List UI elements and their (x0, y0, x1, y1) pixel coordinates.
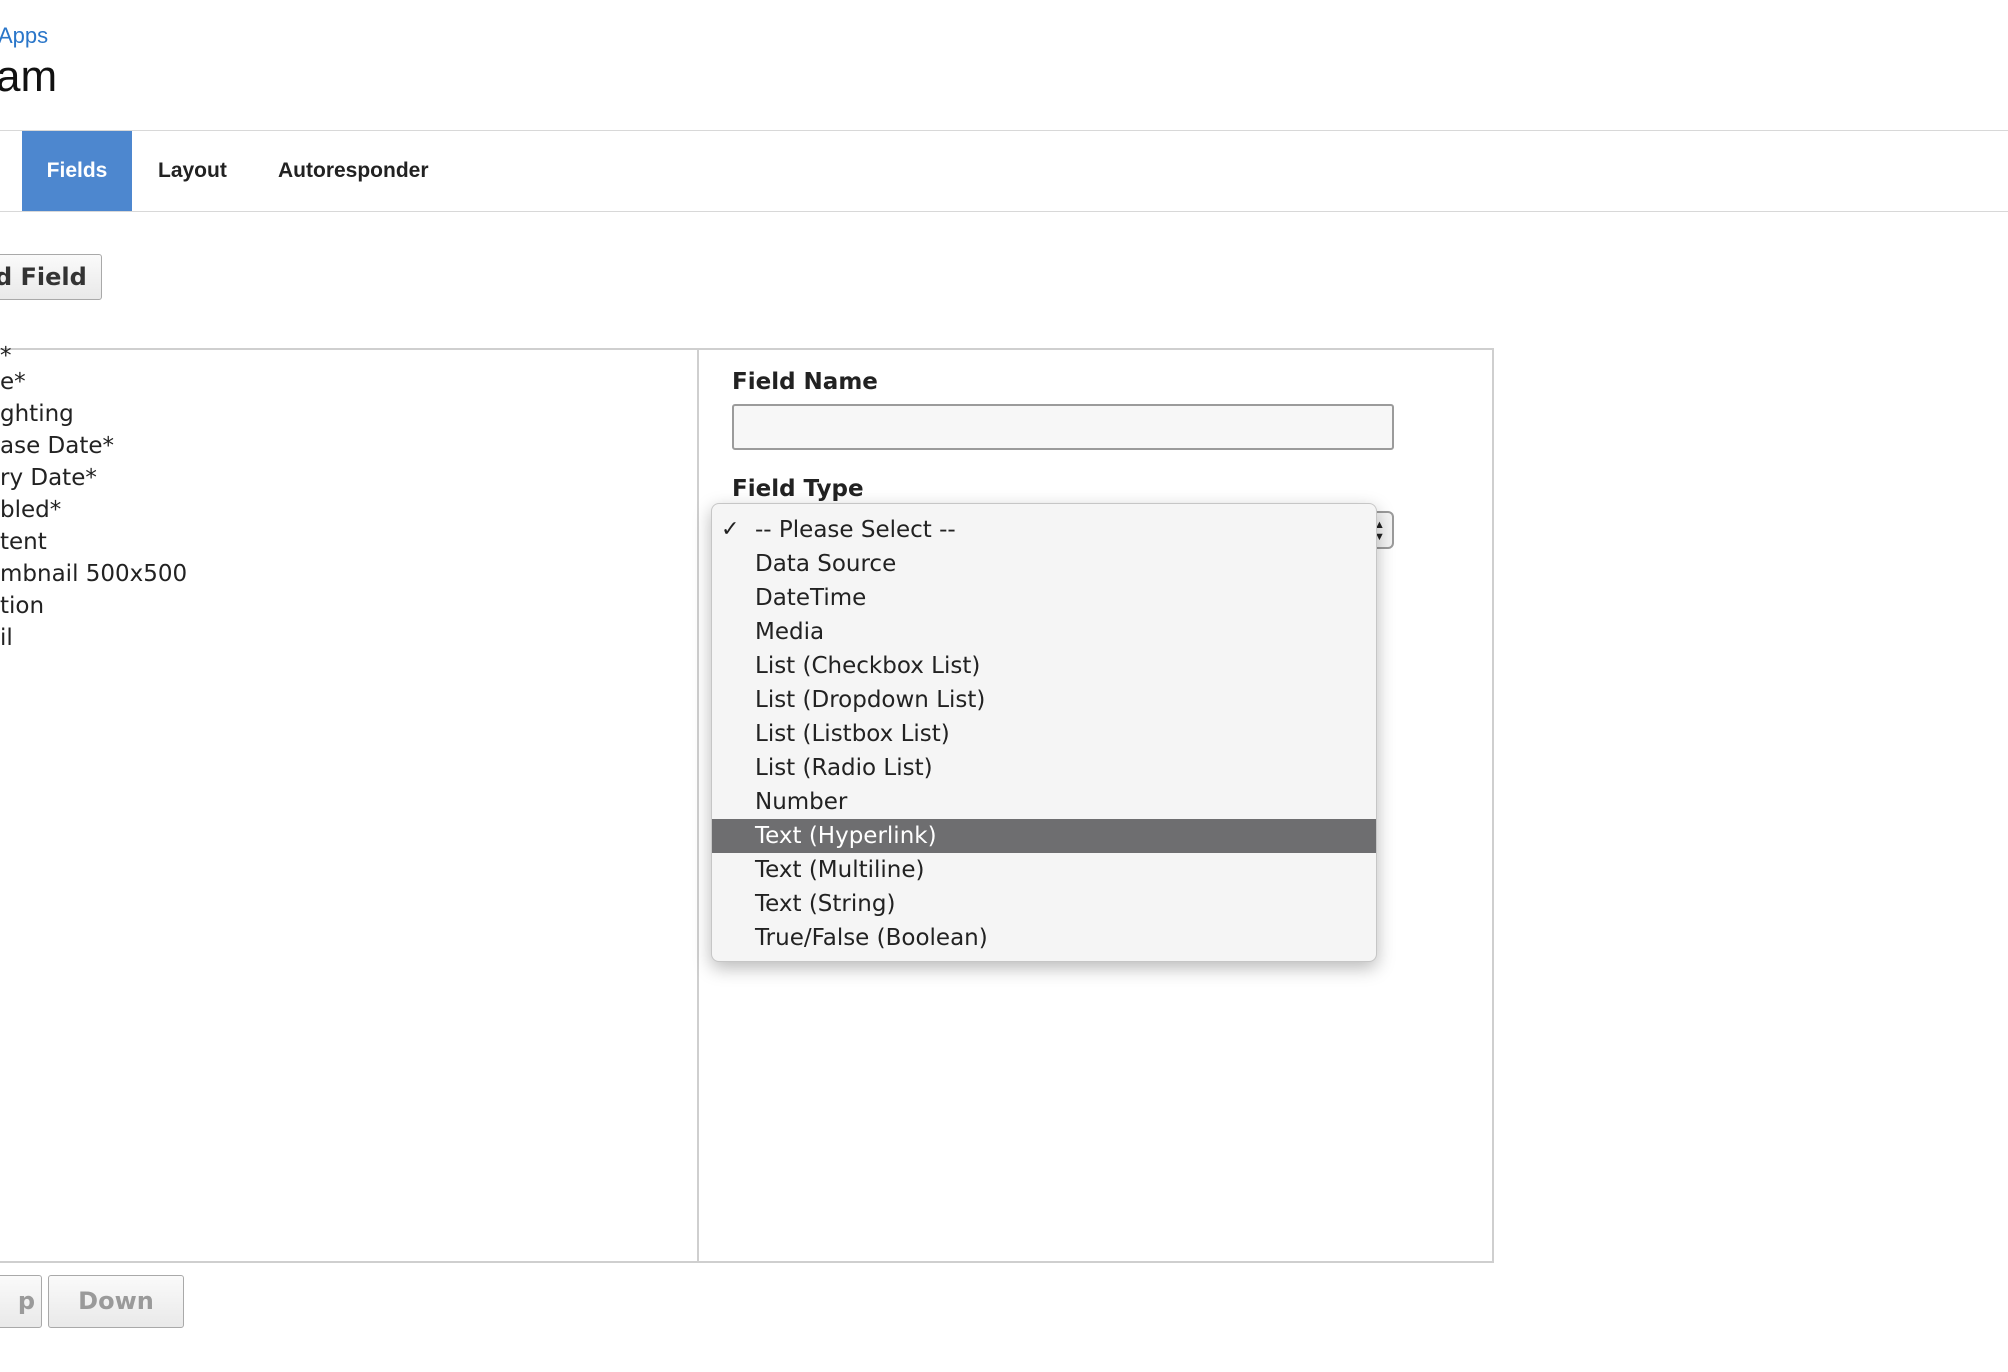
option-label: -- Please Select -- (755, 517, 956, 543)
breadcrumb-apps-link[interactable]: Apps (0, 23, 48, 49)
field-list-item[interactable]: ase Date* (0, 430, 187, 462)
tab-fields[interactable]: Fields (22, 131, 132, 211)
field-list-item[interactable]: e* (0, 366, 187, 398)
field-list: * e* ghting ase Date* ry Date* bled* ten… (0, 345, 187, 654)
page-title: am (0, 52, 58, 101)
option-list-radio[interactable]: List (Radio List) (712, 751, 1376, 785)
option-text-hyperlink[interactable]: Text (Hyperlink) (712, 819, 1376, 853)
field-list-item[interactable]: tion (0, 590, 187, 622)
field-name-label: Field Name (732, 369, 878, 395)
field-list-item[interactable]: ghting (0, 398, 187, 430)
field-type-dropdown-menu[interactable]: ✓ -- Please Select -- Data Source DateTi… (711, 503, 1377, 962)
checkmark-icon: ✓ (721, 517, 740, 542)
move-up-button[interactable]: p (0, 1275, 42, 1328)
field-list-item[interactable]: ry Date* (0, 462, 187, 494)
option-list-listbox[interactable]: List (Listbox List) (712, 717, 1376, 751)
tab-autoresponder[interactable]: Autoresponder (278, 131, 429, 211)
field-list-item[interactable]: il (0, 622, 187, 654)
option-media[interactable]: Media (712, 615, 1376, 649)
option-datetime[interactable]: DateTime (712, 581, 1376, 615)
add-field-button[interactable]: d Field (0, 254, 102, 300)
field-name-input[interactable] (732, 404, 1394, 450)
option-text-string[interactable]: Text (String) (712, 887, 1376, 921)
field-type-label: Field Type (732, 476, 864, 502)
option-number[interactable]: Number (712, 785, 1376, 819)
option-please-select[interactable]: ✓ -- Please Select -- (712, 513, 1376, 547)
move-down-button[interactable]: Down (48, 1275, 184, 1328)
field-list-item[interactable]: mbnail 500x500 (0, 558, 187, 590)
panel-divider (697, 350, 699, 1261)
field-list-item[interactable]: bled* (0, 494, 187, 526)
option-data-source[interactable]: Data Source (712, 547, 1376, 581)
field-list-item[interactable]: * (0, 345, 187, 368)
field-list-item[interactable]: tent (0, 526, 187, 558)
option-list-dropdown[interactable]: List (Dropdown List) (712, 683, 1376, 717)
tab-layout[interactable]: Layout (158, 131, 227, 211)
option-text-multiline[interactable]: Text (Multiline) (712, 853, 1376, 887)
option-true-false[interactable]: True/False (Boolean) (712, 921, 1376, 955)
tab-bar: Fields Layout Autoresponder (0, 130, 2008, 212)
option-list-checkbox[interactable]: List (Checkbox List) (712, 649, 1376, 683)
